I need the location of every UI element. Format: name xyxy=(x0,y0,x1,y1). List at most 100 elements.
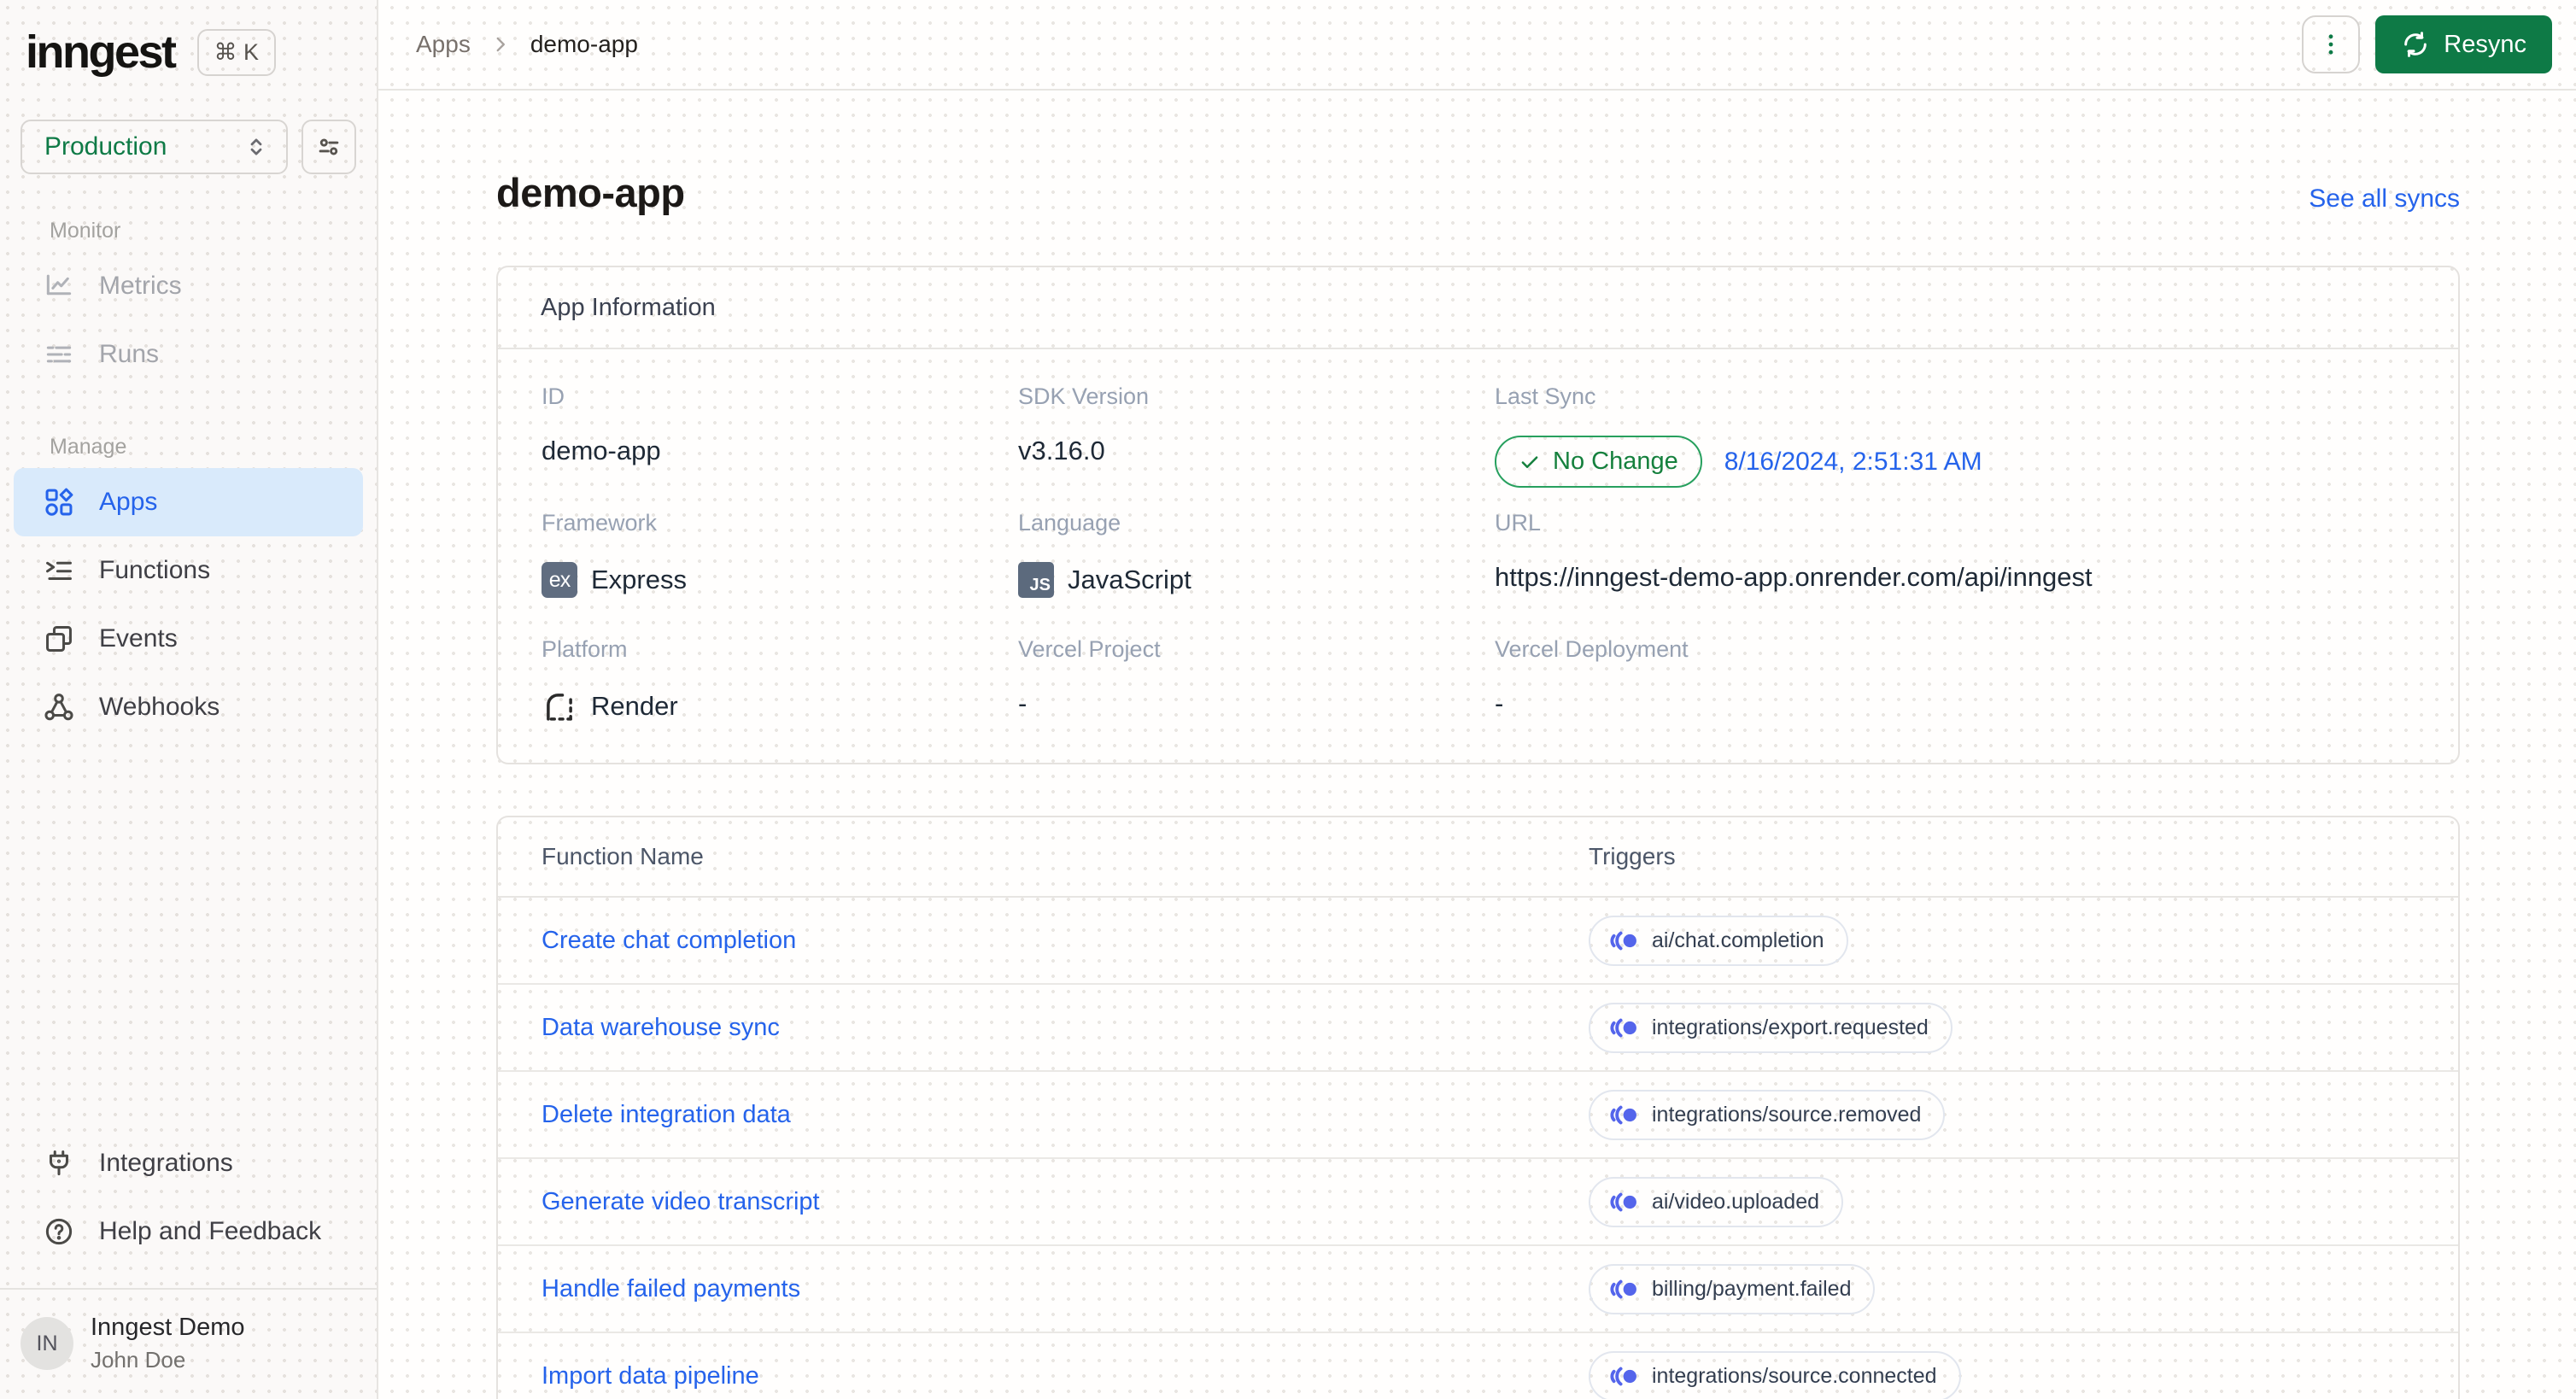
function-link[interactable]: Import data pipeline xyxy=(542,1362,1589,1390)
sidebar-footer: Integrations Help and Feedback IN Innges… xyxy=(0,1129,377,1399)
field-sdk-version: SDK Version v3.16.0 xyxy=(1018,383,1495,510)
javascript-icon: JS xyxy=(1018,562,1054,598)
field-last-sync: Last Sync No Change 8/16/2024, 2:51:31 A… xyxy=(1495,383,2415,510)
check-icon xyxy=(1519,451,1541,473)
function-link[interactable]: Handle failed payments xyxy=(542,1275,1589,1303)
sidebar-item-help[interactable]: Help and Feedback xyxy=(14,1197,363,1266)
chart-icon xyxy=(43,270,75,302)
environment-value: Production xyxy=(44,132,167,161)
sidebar-item-label: Integrations xyxy=(99,1149,233,1177)
field-value: demo-app xyxy=(542,436,661,465)
breadcrumb-apps[interactable]: Apps xyxy=(416,31,471,58)
last-sync-timestamp-link[interactable]: 8/16/2024, 2:51:31 AM xyxy=(1724,448,1982,477)
page-title: demo-app xyxy=(496,170,685,215)
sidebar-item-runs[interactable]: Runs xyxy=(14,320,363,389)
field-label: Language xyxy=(1018,510,1121,536)
sidebar-item-label: Runs xyxy=(99,340,160,368)
sidebar-item-label: Help and Feedback xyxy=(99,1217,322,1245)
see-all-syncs-link[interactable]: See all syncs xyxy=(2309,184,2460,214)
event-trigger-icon xyxy=(1609,1017,1638,1039)
section-label-monitor: Monitor xyxy=(50,219,121,243)
avatar: IN xyxy=(20,1317,73,1370)
functions-table: Function Name Triggers Create chat compl… xyxy=(496,816,2460,1399)
section-label-manage: Manage xyxy=(50,435,127,459)
sync-icon xyxy=(2401,30,2430,59)
sidebar-item-apps[interactable]: Apps xyxy=(14,468,363,536)
event-trigger-icon xyxy=(1609,930,1638,951)
table-row: Import data pipeline integrations/source… xyxy=(498,1333,2458,1399)
breadcrumb-current: demo-app xyxy=(530,31,638,57)
topbar: Apps demo-app Resync xyxy=(378,0,2576,91)
environment-select[interactable]: Production xyxy=(20,120,288,174)
sidebar-item-events[interactable]: Events xyxy=(14,605,363,673)
field-label: Framework xyxy=(542,510,658,536)
sidebar-item-label: Webhooks xyxy=(99,693,220,721)
user-name: John Doe xyxy=(91,1347,186,1373)
field-url: URL https://inngest-demo-app.onrender.co… xyxy=(1495,510,2415,636)
function-link[interactable]: Create chat completion xyxy=(542,927,1589,955)
runs-icon xyxy=(43,338,75,371)
function-link[interactable]: Generate video transcript xyxy=(542,1188,1589,1216)
field-value: v3.16.0 xyxy=(1018,436,1105,465)
trigger-label: ai/chat.completion xyxy=(1652,928,1824,952)
field-label: Vercel Project xyxy=(1018,636,1161,662)
field-label: Platform xyxy=(542,636,628,662)
trigger-label: integrations/source.connected xyxy=(1652,1363,1937,1388)
resync-button[interactable]: Resync xyxy=(2375,15,2552,73)
field-label: ID xyxy=(542,383,565,409)
app-information-card: App Information ID demo-app SDK Version … xyxy=(496,266,2460,764)
content: demo-app See all syncs App Information I… xyxy=(378,91,2576,1399)
environment-filter-button[interactable] xyxy=(302,120,356,174)
field-vercel-project: Vercel Project - xyxy=(1018,636,1495,763)
sidebar-item-label: Functions xyxy=(99,556,211,584)
field-label: Last Sync xyxy=(1495,383,1596,409)
trigger-badge: ai/video.uploaded xyxy=(1589,1176,1843,1227)
trigger-badge: integrations/source.connected xyxy=(1589,1350,1961,1399)
field-value: Express xyxy=(591,565,687,594)
table-row: Generate video transcript ai/video.uploa… xyxy=(498,1159,2458,1246)
table-row: Create chat completion ai/chat.completio… xyxy=(498,898,2458,985)
field-platform: Platform Render xyxy=(542,636,1018,763)
sidebar-item-label: Events xyxy=(99,624,178,653)
help-icon xyxy=(43,1215,75,1248)
user-menu[interactable]: IN Inngest Demo John Doe xyxy=(0,1290,377,1399)
plug-icon xyxy=(43,1147,75,1179)
sidebar-item-integrations[interactable]: Integrations xyxy=(14,1129,363,1197)
field-value: JavaScript xyxy=(1068,565,1191,594)
more-actions-button[interactable] xyxy=(2302,15,2361,73)
table-row: Data warehouse sync integrations/export.… xyxy=(498,985,2458,1072)
main-area: Apps demo-app Resync demo-app See all sy… xyxy=(378,0,2576,1399)
trigger-badge: billing/payment.failed xyxy=(1589,1263,1876,1314)
trigger-badge: integrations/source.removed xyxy=(1589,1089,1946,1140)
command-k-shortcut[interactable]: ⌘ K xyxy=(196,28,277,76)
field-language: Language JS JavaScript xyxy=(1018,510,1495,636)
trigger-label: integrations/export.requested xyxy=(1652,1015,1929,1039)
column-header-function-name: Function Name xyxy=(542,843,704,869)
field-label: SDK Version xyxy=(1018,383,1150,409)
functions-icon xyxy=(43,554,75,587)
sidebar-item-label: Apps xyxy=(99,488,158,516)
sidebar-nav: Monitor Metrics Runs Manage Apps Functio… xyxy=(0,174,377,741)
sliders-icon xyxy=(314,132,343,161)
function-link[interactable]: Delete integration data xyxy=(542,1101,1589,1129)
webhooks-icon xyxy=(43,691,75,723)
field-value: - xyxy=(1495,688,1504,718)
chevron-sort-icon xyxy=(243,134,269,160)
table-row: Delete integration data integrations/sou… xyxy=(498,1072,2458,1159)
resync-label: Resync xyxy=(2444,30,2526,58)
trigger-label: integrations/source.removed xyxy=(1652,1102,1922,1127)
field-value: - xyxy=(1018,688,1027,718)
user-org: Inngest Demo xyxy=(91,1314,245,1341)
sidebar-item-webhooks[interactable]: Webhooks xyxy=(14,673,363,741)
table-row: Handle failed payments billing/payment.f… xyxy=(498,1246,2458,1333)
sidebar-item-metrics[interactable]: Metrics xyxy=(14,252,363,320)
chevron-right-icon xyxy=(489,33,512,56)
no-change-badge: No Change xyxy=(1495,436,1702,488)
trigger-label: billing/payment.failed xyxy=(1652,1276,1852,1301)
event-trigger-icon xyxy=(1609,1279,1638,1300)
field-id: ID demo-app xyxy=(542,383,1018,510)
sidebar-item-functions[interactable]: Functions xyxy=(14,536,363,605)
render-icon xyxy=(542,688,577,724)
function-link[interactable]: Data warehouse sync xyxy=(542,1014,1589,1042)
sidebar: inngest ⌘ K Production Monitor Metrics R… xyxy=(0,0,378,1399)
